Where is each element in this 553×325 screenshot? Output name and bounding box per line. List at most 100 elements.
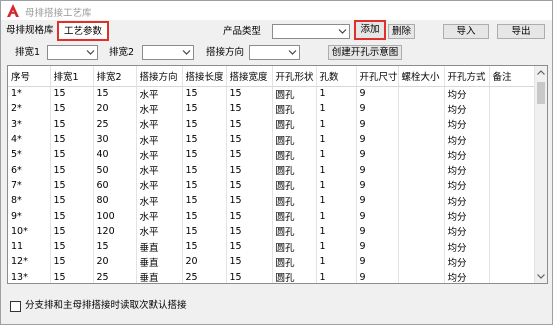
table-cell[interactable]: 15 bbox=[50, 238, 94, 255]
table-row[interactable]: 4* 15 30 水平 15 15 圆孔 1 9 均分 bbox=[8, 131, 535, 148]
header-lap-length[interactable]: 搭接长度 bbox=[182, 66, 227, 87]
product-type-select[interactable] bbox=[272, 24, 350, 39]
table-cell[interactable] bbox=[398, 116, 445, 132]
table-cell[interactable]: 均分 bbox=[444, 254, 490, 270]
table-cell[interactable]: 均分 bbox=[444, 116, 490, 132]
table-cell[interactable]: 40 bbox=[93, 147, 137, 163]
table-row[interactable]: 13* 15 25 垂直 25 15 圆孔 1 9 均分 bbox=[8, 269, 535, 283]
table-cell[interactable]: 50 bbox=[93, 162, 137, 178]
table-cell[interactable]: 4* bbox=[8, 131, 51, 148]
table-cell[interactable]: 15 bbox=[182, 162, 227, 178]
table-row[interactable]: 11 15 15 垂直 15 15 圆孔 1 9 均分 bbox=[8, 238, 535, 255]
table-cell[interactable]: 9 bbox=[356, 86, 399, 102]
table-cell[interactable]: 3* bbox=[8, 116, 51, 132]
tab-busbar-spec[interactable]: 母排规格库 bbox=[6, 23, 54, 39]
table-cell[interactable]: 10* bbox=[8, 223, 51, 239]
header-hole-shape[interactable]: 开孔形状 bbox=[272, 66, 317, 87]
table-cell[interactable]: 均分 bbox=[444, 193, 490, 209]
header-remark[interactable]: 备注 bbox=[489, 66, 535, 87]
table-cell[interactable]: 15 bbox=[50, 162, 94, 178]
table-cell[interactable]: 15 bbox=[182, 86, 227, 102]
table-cell[interactable] bbox=[398, 238, 445, 255]
table-cell[interactable]: 20 bbox=[93, 254, 137, 270]
table-cell[interactable]: 15 bbox=[226, 177, 273, 194]
table-cell[interactable]: 9 bbox=[356, 101, 399, 117]
table-cell[interactable]: 15 bbox=[182, 101, 227, 117]
table-cell[interactable]: 15 bbox=[93, 238, 137, 255]
table-cell[interactable] bbox=[398, 101, 445, 117]
table-cell[interactable]: 15 bbox=[182, 177, 227, 194]
header-hole-size[interactable]: 开孔尺寸 bbox=[356, 66, 399, 87]
table-cell[interactable]: 1 bbox=[316, 177, 357, 194]
table-cell[interactable]: 6* bbox=[8, 162, 51, 178]
table-cell[interactable]: 9 bbox=[356, 254, 399, 270]
table-cell[interactable]: 15 bbox=[226, 101, 273, 117]
table-cell[interactable]: 1 bbox=[316, 86, 357, 102]
table-cell[interactable]: 15 bbox=[226, 86, 273, 102]
vertical-scrollbar[interactable] bbox=[534, 66, 547, 283]
table-cell[interactable]: 15 bbox=[226, 223, 273, 239]
table-cell[interactable]: 均分 bbox=[444, 177, 490, 194]
table-cell[interactable]: 1 bbox=[316, 254, 357, 270]
table-cell[interactable]: 圆孔 bbox=[272, 208, 317, 224]
table-cell[interactable]: 15 bbox=[226, 254, 273, 270]
add-button[interactable]: 添加 bbox=[357, 23, 383, 37]
table-cell[interactable]: 圆孔 bbox=[272, 101, 317, 117]
table-cell[interactable] bbox=[489, 162, 535, 178]
table-cell[interactable]: 水平 bbox=[136, 147, 183, 163]
header-width1[interactable]: 排宽1 bbox=[50, 66, 94, 87]
table-cell[interactable]: 均分 bbox=[444, 147, 490, 163]
table-cell[interactable]: 1 bbox=[316, 223, 357, 239]
table-cell[interactable]: 9 bbox=[356, 177, 399, 194]
import-button[interactable]: 导入 bbox=[443, 24, 489, 39]
table-cell[interactable]: 水平 bbox=[136, 223, 183, 239]
table-cell[interactable]: 水平 bbox=[136, 208, 183, 224]
table-cell[interactable]: 均分 bbox=[444, 223, 490, 239]
table-cell[interactable]: 30 bbox=[93, 131, 137, 148]
table-row[interactable]: 2* 15 20 水平 15 15 圆孔 1 9 均分 bbox=[8, 101, 535, 117]
table-cell[interactable]: 1 bbox=[316, 193, 357, 209]
table-row[interactable]: 7* 15 60 水平 15 15 圆孔 1 9 均分 bbox=[8, 177, 535, 194]
table-cell[interactable]: 9 bbox=[356, 208, 399, 224]
table-cell[interactable]: 圆孔 bbox=[272, 238, 317, 255]
table-cell[interactable]: 15 bbox=[50, 269, 94, 283]
table-cell[interactable] bbox=[398, 177, 445, 194]
table-cell[interactable]: 均分 bbox=[444, 131, 490, 148]
table-cell[interactable]: 均分 bbox=[444, 86, 490, 102]
table-cell[interactable]: 13* bbox=[8, 269, 51, 283]
table-row[interactable]: 8* 15 80 水平 15 15 圆孔 1 9 均分 bbox=[8, 193, 535, 209]
table-cell[interactable]: 15 bbox=[226, 238, 273, 255]
scrollbar-thumb[interactable] bbox=[537, 82, 545, 104]
table-cell[interactable]: 均分 bbox=[444, 238, 490, 255]
table-cell[interactable]: 1 bbox=[316, 131, 357, 148]
chevron-down-icon[interactable] bbox=[537, 274, 545, 279]
table-cell[interactable]: 9* bbox=[8, 208, 51, 224]
header-hole-method[interactable]: 开孔方式 bbox=[444, 66, 490, 87]
table-cell[interactable]: 15 bbox=[226, 162, 273, 178]
table-cell[interactable] bbox=[489, 116, 535, 132]
table-cell[interactable]: 均分 bbox=[444, 208, 490, 224]
table-cell[interactable]: 15 bbox=[226, 131, 273, 148]
header-seq[interactable]: 序号 bbox=[8, 66, 51, 87]
table-cell[interactable]: 垂直 bbox=[136, 269, 183, 283]
table-cell[interactable] bbox=[398, 193, 445, 209]
table-cell[interactable]: 15 bbox=[182, 223, 227, 239]
table-cell[interactable]: 15 bbox=[182, 116, 227, 132]
table-cell[interactable]: 11 bbox=[8, 238, 51, 255]
table-cell[interactable]: 100 bbox=[93, 208, 137, 224]
table-cell[interactable]: 1 bbox=[316, 238, 357, 255]
table-cell[interactable] bbox=[398, 254, 445, 270]
table-cell[interactable] bbox=[489, 193, 535, 209]
table-cell[interactable]: 15 bbox=[50, 254, 94, 270]
table-cell[interactable]: 15 bbox=[50, 193, 94, 209]
table-row[interactable]: 9* 15 100 水平 15 15 圆孔 1 9 均分 bbox=[8, 208, 535, 224]
table-cell[interactable]: 15 bbox=[93, 86, 137, 102]
default-lap-checkbox-label[interactable]: 分支排和主母排搭接时读取次默认搭接 bbox=[25, 299, 187, 313]
chevron-up-icon[interactable] bbox=[537, 70, 545, 75]
table-cell[interactable]: 1 bbox=[316, 269, 357, 283]
table-cell[interactable]: 2* bbox=[8, 101, 51, 117]
table-cell[interactable]: 15 bbox=[182, 238, 227, 255]
header-direction[interactable]: 搭接方向 bbox=[136, 66, 183, 87]
table-cell[interactable]: 1 bbox=[316, 162, 357, 178]
export-button[interactable]: 导出 bbox=[497, 24, 545, 39]
